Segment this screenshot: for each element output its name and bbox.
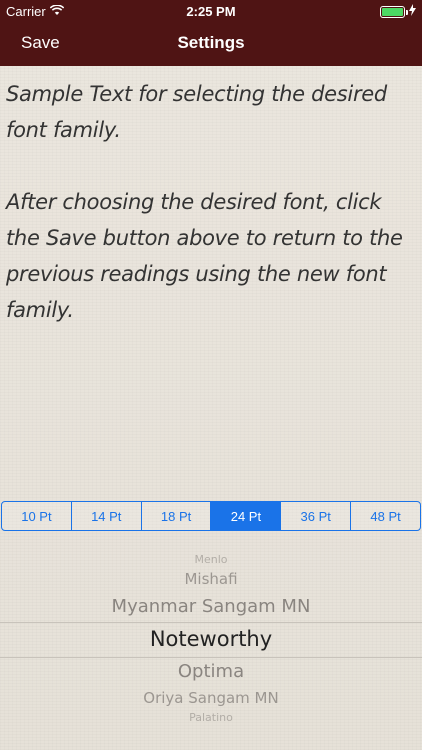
status-bar: Carrier 2:25 PM bbox=[0, 0, 422, 22]
sample-paragraph-1: Sample Text for selecting the desired fo… bbox=[6, 82, 387, 142]
navigation-bar: Save Settings bbox=[0, 22, 422, 66]
picker-item-myanmar-sangam-mn[interactable]: Myanmar Sangam MN bbox=[0, 596, 422, 617]
size-option-36[interactable]: 36 Pt bbox=[281, 502, 352, 530]
picker-item-noteworthy[interactable]: Noteworthy bbox=[0, 627, 422, 651]
font-family-picker[interactable]: Menlo Mishafi Myanmar Sangam MN Notewort… bbox=[0, 540, 422, 730]
picker-item-mishafi[interactable]: Mishafi bbox=[0, 570, 422, 588]
size-option-18[interactable]: 18 Pt bbox=[142, 502, 212, 530]
page-title: Settings bbox=[177, 33, 245, 52]
font-size-segmented-control: 10 Pt 14 Pt 18 Pt 24 Pt 36 Pt 48 Pt bbox=[1, 501, 421, 531]
sample-text-area: Sample Text for selecting the desired fo… bbox=[6, 76, 416, 364]
size-option-24[interactable]: 24 Pt bbox=[211, 502, 282, 530]
status-right bbox=[380, 4, 416, 19]
picker-item-oriya-sangam-mn[interactable]: Oriya Sangam MN bbox=[0, 689, 422, 707]
picker-item-optima[interactable]: Optima bbox=[0, 661, 422, 682]
sample-paragraph-2: After choosing the desired font, click t… bbox=[6, 190, 403, 322]
picker-item-palatino[interactable]: Palatino bbox=[0, 711, 422, 724]
size-option-14[interactable]: 14 Pt bbox=[72, 502, 142, 530]
size-option-48[interactable]: 48 Pt bbox=[351, 502, 420, 530]
picker-item-menlo[interactable]: Menlo bbox=[0, 553, 422, 566]
size-option-10[interactable]: 10 Pt bbox=[2, 502, 72, 530]
header: Carrier 2:25 PM Save Settings bbox=[0, 0, 422, 66]
charging-bolt-icon bbox=[409, 4, 416, 19]
battery-icon bbox=[380, 5, 408, 18]
status-time: 2:25 PM bbox=[186, 4, 236, 19]
